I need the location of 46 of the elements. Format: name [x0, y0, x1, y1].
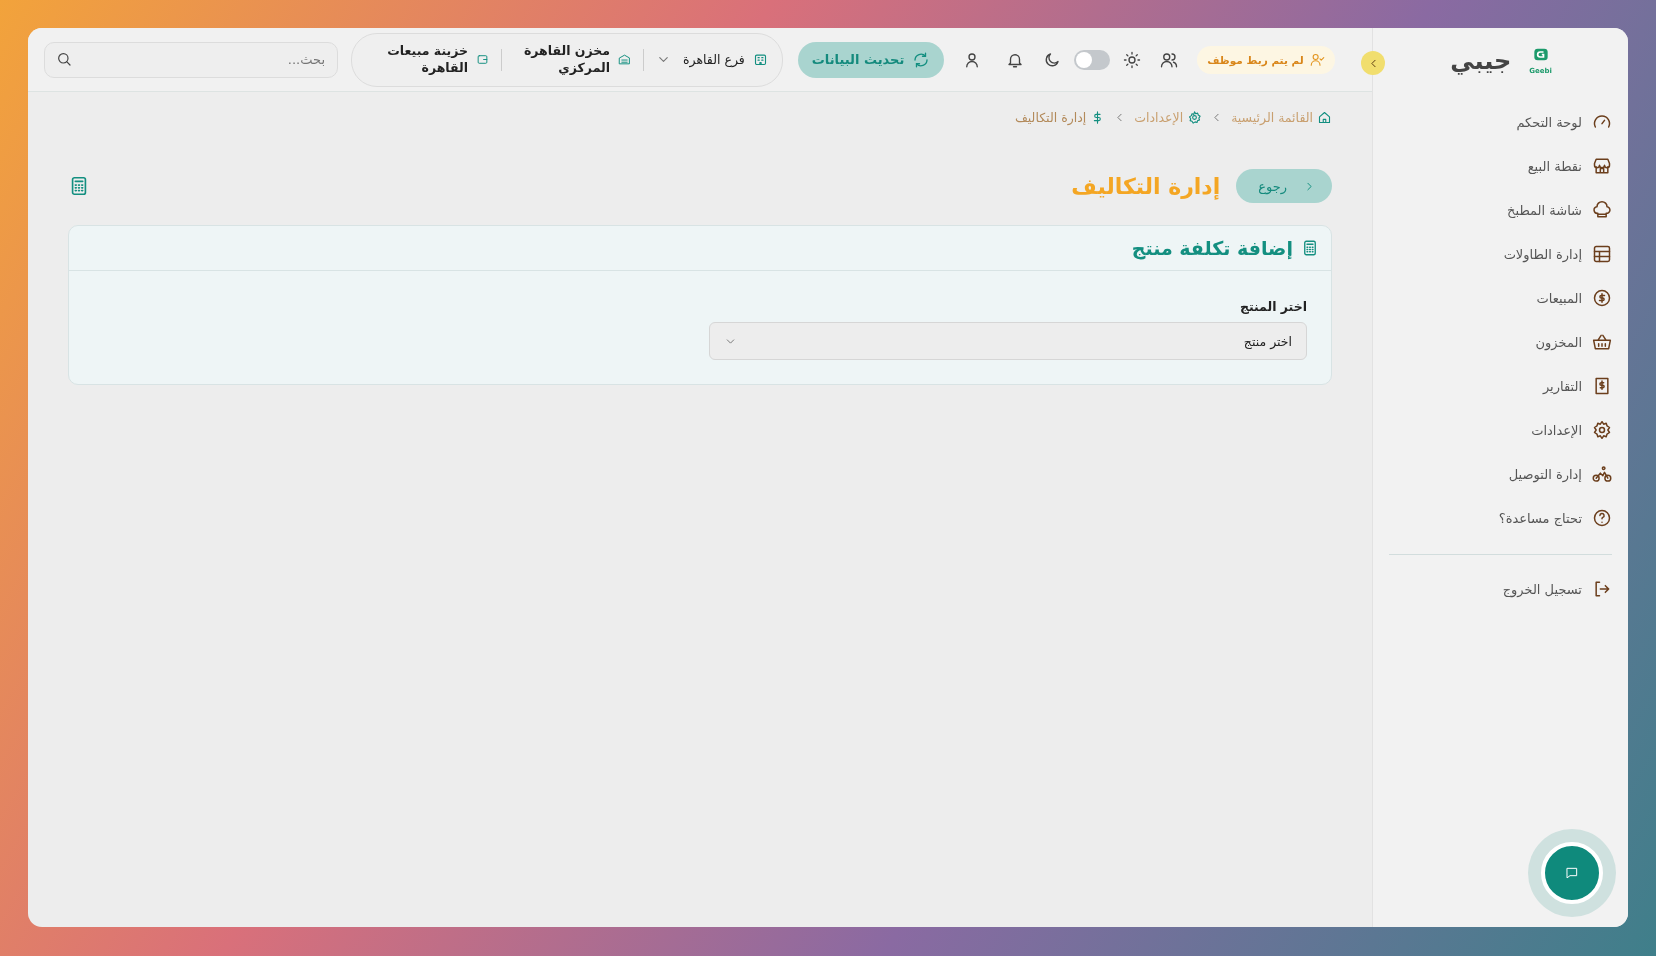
sidebar-item[interactable]: إدارة التوصيل — [1389, 452, 1612, 496]
field-label: اختر المنتج — [1239, 299, 1307, 314]
users-icon[interactable] — [1160, 50, 1179, 69]
sidebar-item[interactable]: لوحة التحكم — [1389, 100, 1612, 144]
bicycle-icon — [1592, 464, 1612, 484]
product-select[interactable]: اختر منتج — [709, 322, 1307, 360]
chat-button[interactable] — [1541, 842, 1603, 904]
brand-name: جيبي — [1450, 47, 1512, 75]
chef-hat-icon — [1592, 200, 1612, 220]
location-selector[interactable]: فرع القاهرة مخزن القاهرة المركزي خزينة مبيعات القاهرة — [351, 32, 783, 87]
table-icon — [1592, 244, 1612, 264]
help-icon — [1592, 508, 1612, 528]
search-field[interactable]: بحث... — [44, 41, 338, 78]
home-icon — [1317, 110, 1332, 125]
sidebar-item[interactable]: شاشة المطبخ — [1389, 188, 1612, 232]
search-icon — [56, 50, 72, 67]
store-icon — [1592, 156, 1612, 176]
wallet-icon — [476, 53, 489, 66]
gear-icon — [1592, 420, 1612, 440]
sidebar-item[interactable]: نقطة البيع — [1389, 144, 1612, 188]
sidebar-item[interactable]: تحتاج مساعدة؟ — [1389, 496, 1612, 540]
building-icon — [752, 52, 768, 67]
logout-icon — [1592, 579, 1612, 599]
receipt-icon — [1592, 376, 1612, 396]
card-title: إضافة تكلفة منتج — [1131, 237, 1293, 259]
cashbox-name: خزينة مبيعات القاهرة — [386, 43, 468, 76]
sidebar-item[interactable]: المخزون — [1389, 320, 1612, 364]
dollar-circle-icon — [1592, 288, 1612, 308]
sidebar-item[interactable]: التقارير — [1389, 364, 1612, 408]
sidebar-item[interactable]: إدارة الطاولات — [1389, 232, 1612, 276]
logout-link[interactable]: تسجيل الخروج — [1389, 567, 1612, 611]
theme-toggle[interactable] — [1074, 49, 1111, 70]
warehouse-name: مخزن القاهرة المركزي — [522, 43, 610, 76]
refresh-icon — [912, 50, 931, 69]
sidebar-item[interactable]: الإعدادات — [1389, 408, 1612, 452]
warehouse-icon — [618, 53, 631, 66]
chat-icon — [1564, 865, 1580, 881]
user-check-icon — [1309, 52, 1325, 67]
branch-name: فرع القاهرة — [683, 52, 745, 67]
gear-icon — [1187, 110, 1203, 125]
sun-icon[interactable] — [1123, 50, 1142, 69]
sidebar-item[interactable]: المبيعات — [1389, 276, 1612, 320]
calculator-icon — [1301, 239, 1319, 257]
basket-icon — [1592, 332, 1612, 352]
page-title: إدارة التكاليف — [1071, 173, 1221, 199]
moon-icon[interactable] — [1043, 50, 1062, 69]
